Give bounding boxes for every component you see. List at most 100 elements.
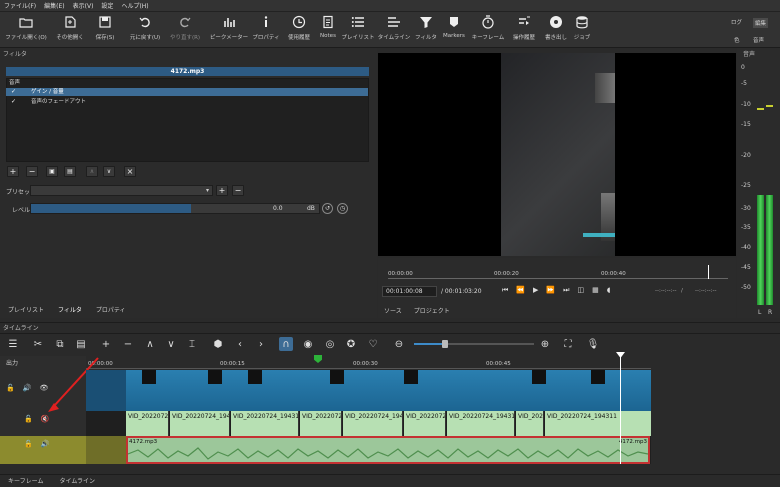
previous-marker-icon[interactable]: ‹ (233, 337, 247, 351)
filter-gain-checkbox[interactable]: ✓ (11, 88, 16, 95)
video-clip-7[interactable]: VID_202 (516, 411, 544, 436)
timeline-playhead[interactable] (620, 352, 621, 464)
tab-project[interactable]: プロジェクト (414, 306, 450, 315)
menu-edit[interactable]: 編集(E) (44, 1, 64, 10)
timeline-menu-icon[interactable]: ☰ (6, 337, 20, 351)
zoom-slider[interactable] (414, 340, 534, 348)
video-clip-wide[interactable] (126, 370, 651, 411)
lock-icon[interactable]: 🔓 (24, 440, 33, 448)
video-clip-2[interactable]: VID_20220724_19431 (231, 411, 299, 436)
overwrite-icon[interactable]: ∨ (164, 337, 178, 351)
filter-item-gain[interactable]: ゲイン / 音量 (6, 88, 368, 96)
video-clip-3[interactable]: VID_20220724 (300, 411, 342, 436)
undo-button[interactable]: 元に戻す(U) (125, 15, 165, 41)
filter-fadeout-checkbox[interactable]: ✓ (11, 98, 16, 105)
keyframes-button[interactable]: キーフレーム (468, 15, 508, 41)
save-preset-button[interactable]: + (216, 185, 228, 196)
video-clip-8[interactable]: VID_20220724_194311 (545, 411, 651, 436)
ripple-icon[interactable]: ◎ (323, 337, 337, 351)
peak-meter-button[interactable]: ピークメーター (209, 15, 249, 41)
scrub-icon[interactable]: ◉ (301, 337, 315, 351)
menu-help[interactable]: ヘルプ(H) (121, 1, 148, 10)
layout-audio-button[interactable]: 音声 (753, 36, 764, 44)
lift-icon[interactable]: ∧ (143, 337, 157, 351)
ripple-all-icon[interactable]: ✪ (344, 337, 358, 351)
level-slider[interactable]: 0.0 dB (30, 203, 320, 214)
record-audio-icon[interactable]: 🎙 (586, 337, 600, 351)
rewind-icon[interactable]: ⏪ (516, 286, 525, 295)
timeline-ruler[interactable]: 00:00:00 00:00:15 00:00:30 00:00:45 (86, 355, 651, 369)
zoom-fit-icon[interactable]: ⛶ (561, 337, 575, 351)
remove-filter-button[interactable]: − (26, 166, 38, 177)
layout-color-button[interactable]: 色 (734, 36, 740, 44)
redo-button[interactable]: やり直す(R) (165, 15, 205, 41)
video-clip-0[interactable]: VID_2022072 (126, 411, 169, 436)
ripple-markers-icon[interactable]: ♡ (366, 337, 380, 351)
mute-icon[interactable]: 🔊 (41, 440, 50, 448)
zoom-slider-handle[interactable] (442, 340, 448, 348)
move-up-button[interactable]: ∧ (86, 166, 98, 177)
copy-filter-button[interactable]: ▣ (46, 166, 58, 177)
tab-properties[interactable]: プロパティ (96, 305, 126, 314)
next-marker-icon[interactable]: › (254, 337, 268, 351)
layout-log-button[interactable]: ログ (731, 18, 742, 26)
reset-level-icon[interactable]: ↺ (322, 203, 333, 214)
level-unit: dB (307, 205, 315, 212)
lock-icon[interactable]: 🔓 (24, 415, 33, 423)
cut-icon[interactable]: ✂ (31, 337, 45, 351)
zoom-in-icon[interactable]: ⊕ (538, 337, 552, 351)
muted-icon[interactable]: 🔇 (41, 415, 50, 423)
audio-clip[interactable]: 4172.mp3 4172.mp3 (126, 436, 650, 464)
menu-view[interactable]: 表示(V) (73, 1, 94, 10)
filter-item-fadeout[interactable]: 音声のフェードアウト (6, 98, 368, 106)
player-ruler[interactable]: 00:00:00 00:00:20 00:00:40 (388, 265, 728, 279)
markers-icon (450, 17, 458, 27)
snap-icon[interactable]: ∩ (279, 337, 293, 351)
paste-icon[interactable]: ▤ (74, 337, 88, 351)
deselect-filter-button[interactable]: × (124, 166, 136, 177)
video-clip-4[interactable]: VID_20220724_194 (343, 411, 403, 436)
add-filter-button[interactable]: + (7, 166, 19, 177)
append-icon[interactable]: + (99, 337, 113, 351)
player-playhead[interactable] (708, 265, 709, 279)
layout-edit-button[interactable]: 編集 (753, 18, 769, 28)
mute-icon[interactable]: 🔊 (23, 384, 32, 392)
play-icon[interactable]: ▶ (533, 286, 538, 295)
delete-preset-button[interactable]: − (232, 185, 244, 196)
zoom-out-icon[interactable]: ⊖ (392, 337, 406, 351)
save-button[interactable]: 保存(S) (85, 15, 125, 41)
meter-tick-6: -30 (741, 205, 751, 212)
skip-end-icon[interactable]: ⏭ (563, 286, 569, 295)
position-timecode[interactable]: 00:01:00:08 (382, 286, 437, 297)
tab-source[interactable]: ソース (384, 306, 402, 315)
tab-timeline[interactable]: タイムライン (59, 476, 95, 485)
video-clip-6[interactable]: VID_20220724_19431 (447, 411, 515, 436)
preset-select[interactable]: ▾ (30, 185, 213, 196)
split-icon[interactable]: ⌶ (185, 337, 199, 351)
menu-settings[interactable]: 設定 (101, 1, 113, 10)
menu-file[interactable]: ファイル(F) (4, 1, 36, 10)
lock-icon[interactable]: 🔓 (6, 384, 15, 392)
marker-icon[interactable]: ⬢ (211, 337, 225, 351)
jobs-button[interactable]: ジョブ (562, 15, 602, 41)
timeline-marker[interactable] (314, 355, 322, 363)
skip-start-icon[interactable]: ⏮ (502, 286, 508, 295)
volume-icon[interactable]: ◖ (607, 286, 611, 295)
copy-icon[interactable]: ⧉ (53, 337, 67, 351)
grid-icon[interactable]: ▦ (592, 286, 599, 295)
loop-icon[interactable]: ◫ (577, 286, 584, 295)
video-clip-5[interactable]: VID_2022072 (404, 411, 446, 436)
keyframe-level-icon[interactable]: ◷ (337, 203, 348, 214)
move-down-button[interactable]: ∨ (103, 166, 115, 177)
video-clip-thumb[interactable] (86, 370, 126, 411)
open-file-button[interactable]: ファイル開く(O) (5, 15, 47, 41)
tab-playlist[interactable]: プレイリスト (8, 305, 44, 314)
fast-forward-icon[interactable]: ⏩ (546, 286, 555, 295)
video-clip-1[interactable]: VID_20220724_194 (170, 411, 230, 436)
tab-keyframes[interactable]: キーフレーム (8, 476, 43, 485)
paste-filter-button[interactable]: ▤ (64, 166, 76, 177)
playlist-button[interactable]: プレイリスト (338, 15, 378, 41)
tab-filters[interactable]: フィルタ (58, 305, 82, 314)
open-other-button[interactable]: その他開く (50, 15, 90, 41)
remove-icon[interactable]: − (121, 337, 135, 351)
